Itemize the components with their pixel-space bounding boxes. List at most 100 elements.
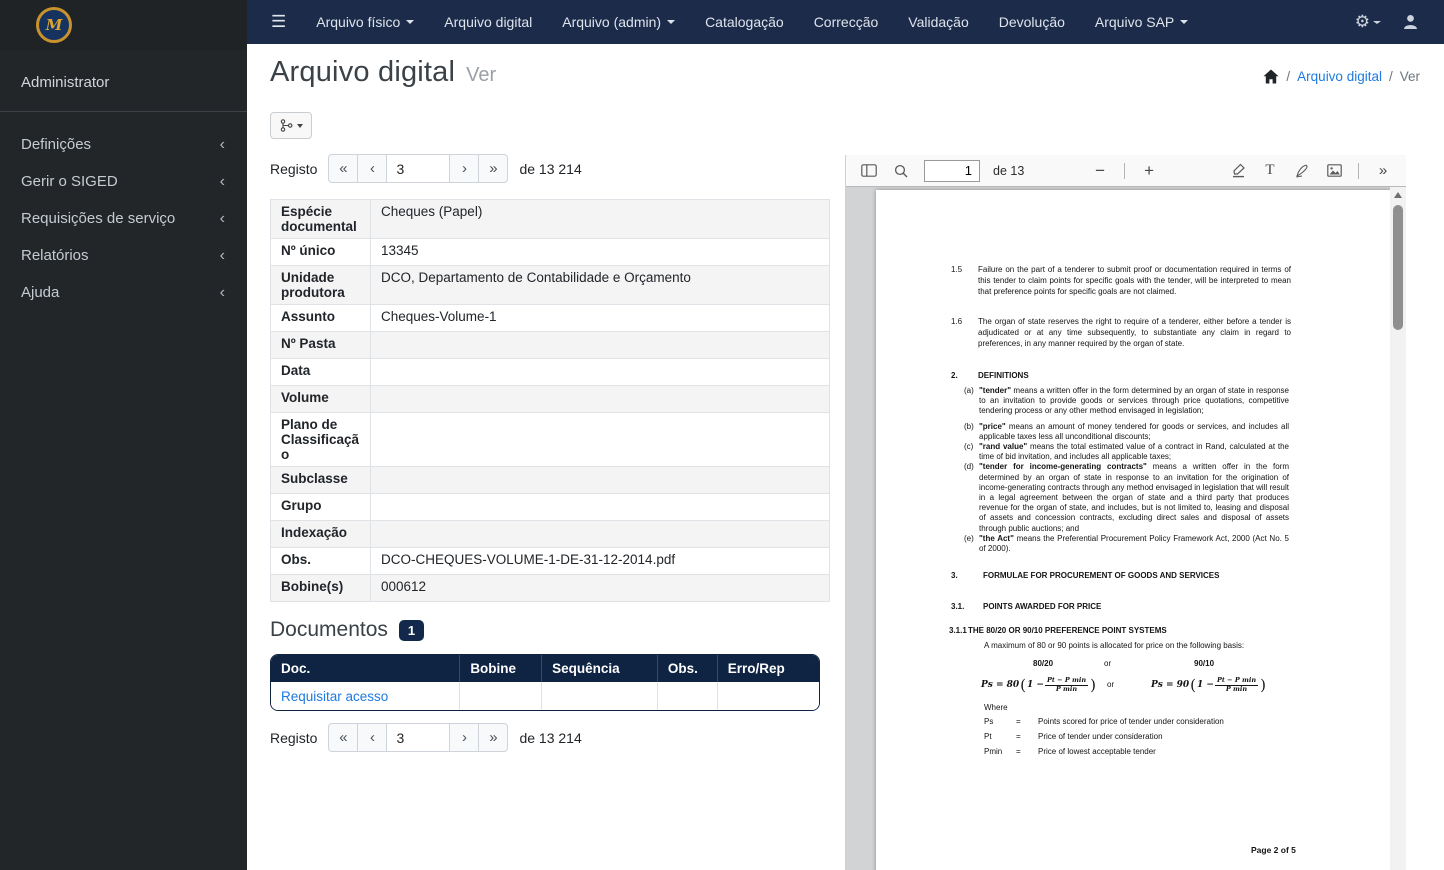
pdf-section-points-price: 3.1. POINTS AWARDED FOR PRICE bbox=[951, 602, 1102, 611]
draw-pen-tool-icon[interactable] bbox=[1289, 158, 1315, 184]
settings-gear-icon[interactable]: ⚙ bbox=[1355, 12, 1381, 32]
record-pager-top: Registo « ‹ › » de 13 214 bbox=[270, 154, 582, 183]
chevron-left-icon: ‹ bbox=[219, 283, 225, 301]
table-row: Data bbox=[270, 358, 830, 386]
pdf-page-total: de 13 bbox=[993, 163, 1025, 178]
documents-title: Documentos bbox=[270, 618, 388, 641]
documents-table-container: Doc. Bobine Sequência Obs. Erro/Rep Requ… bbox=[270, 654, 820, 711]
pdf-definition-a: (a) "tender" means a written offer in th… bbox=[964, 386, 1289, 416]
nav-devolucao[interactable]: Devolução bbox=[984, 0, 1080, 44]
pdf-page: 1.5 Failure on the part of a tenderer to… bbox=[876, 190, 1391, 870]
add-image-tool-icon[interactable] bbox=[1321, 158, 1347, 184]
table-row: Unidade produtora DCO, Departamento de Co… bbox=[270, 265, 830, 305]
documents-header-row: Doc. Bobine Sequência Obs. Erro/Rep bbox=[271, 655, 819, 682]
top-navbar: ☰ Arquivo físico Arquivo digital Arquivo… bbox=[247, 0, 1444, 44]
sidebar-user-label: Administrator bbox=[0, 50, 247, 112]
pdf-section-formulae: 3. FORMULAE FOR PROCUREMENT OF GOODS AND… bbox=[951, 571, 1220, 580]
nav-arquivo-fisico[interactable]: Arquivo físico bbox=[301, 0, 429, 44]
pager-next-button[interactable]: › bbox=[449, 154, 480, 183]
documents-table: Doc. Bobine Sequência Obs. Erro/Rep Requ… bbox=[271, 655, 819, 710]
table-row: Volume bbox=[270, 385, 830, 413]
nav-arquivo-sap[interactable]: Arquivo SAP bbox=[1080, 0, 1203, 44]
breadcrumb-link-arquivo-digital[interactable]: Arquivo digital bbox=[1297, 69, 1382, 84]
pager-last-button[interactable]: » bbox=[478, 154, 509, 183]
document-row: Requisitar acesso bbox=[271, 682, 819, 710]
home-icon[interactable] bbox=[1263, 69, 1279, 84]
pdf-where-label: Where bbox=[984, 703, 1008, 712]
breadcrumb-current: Ver bbox=[1399, 69, 1420, 84]
record-pager-bottom: Registo « ‹ › » de 13 214 bbox=[270, 723, 582, 752]
zoom-in-icon[interactable]: + bbox=[1136, 158, 1162, 184]
chevron-left-icon: ‹ bbox=[219, 135, 225, 153]
hamburger-menu-icon[interactable]: ☰ bbox=[247, 12, 301, 32]
pager-next-button[interactable]: › bbox=[449, 723, 480, 752]
pdf-intro-line: A maximum of 80 or 90 points is allocate… bbox=[984, 641, 1245, 650]
free-text-tool-icon[interactable]: T bbox=[1257, 158, 1283, 184]
pager-first-button[interactable]: « bbox=[328, 154, 359, 183]
page-title: Arquivo digital bbox=[270, 56, 456, 88]
pdf-clause-1-5: 1.5 Failure on the part of a tenderer to… bbox=[951, 265, 1291, 296]
pager-record-input[interactable] bbox=[386, 154, 451, 183]
pager-last-button[interactable]: » bbox=[478, 723, 509, 752]
chevron-left-icon: ‹ bbox=[219, 172, 225, 190]
nav-validacao[interactable]: Validação bbox=[893, 0, 983, 44]
table-row: Assunto Cheques-Volume-1 bbox=[270, 304, 830, 332]
pager-total: de 13 214 bbox=[519, 160, 582, 177]
pdf-page-footer: Page 2 of 5 bbox=[1251, 845, 1296, 855]
page-subtitle: Ver bbox=[466, 64, 497, 86]
sidebar-item-ajuda[interactable]: Ajuda ‹ bbox=[0, 274, 247, 311]
nav-correccao[interactable]: Correcção bbox=[799, 0, 894, 44]
sidebar-menu: Definições ‹ Gerir o SIGED ‹ Requisições… bbox=[0, 126, 247, 311]
nav-arquivo-admin[interactable]: Arquivo (admin) bbox=[547, 0, 690, 44]
brand-area[interactable]: M bbox=[0, 0, 247, 50]
highlight-tool-icon[interactable] bbox=[1225, 158, 1251, 184]
chevron-left-icon: ‹ bbox=[219, 209, 225, 227]
pdf-viewer-panel: de 13 − + T » 1.5 Failure on the part of… bbox=[845, 155, 1406, 870]
table-row: Obs. DCO-CHEQUES-VOLUME-1-DE-31-12-2014.p… bbox=[270, 547, 830, 575]
caret-down-icon bbox=[296, 123, 303, 128]
zoom-out-icon[interactable]: − bbox=[1087, 158, 1113, 184]
page-header: Arquivo digital Ver / Arquivo digital / … bbox=[270, 56, 1420, 89]
pdf-search-icon[interactable] bbox=[888, 158, 914, 184]
table-row: Plano de Classificação bbox=[270, 412, 830, 467]
pdf-document-text: 1.5 Failure on the part of a tenderer to… bbox=[949, 265, 1296, 855]
pdf-scrollbar[interactable] bbox=[1390, 187, 1406, 870]
nav-catalogacao[interactable]: Catalogação bbox=[690, 0, 799, 44]
table-row: Nº Pasta bbox=[270, 331, 830, 359]
request-access-link[interactable]: Requisitar acesso bbox=[281, 689, 388, 704]
pdf-where-definitions: Ps = Points scored for price of tender und… bbox=[984, 717, 1224, 756]
pdf-definitions-list: (a) "tender" means a written offer in th… bbox=[964, 386, 1289, 554]
table-row: Grupo bbox=[270, 493, 830, 521]
pager-record-input[interactable] bbox=[386, 723, 451, 752]
pdf-definition-d: (d) "tender for income-generating contra… bbox=[964, 462, 1289, 533]
nav-arquivo-digital[interactable]: Arquivo digital bbox=[429, 0, 547, 44]
pdf-page-input[interactable] bbox=[924, 159, 980, 182]
user-profile-icon[interactable] bbox=[1403, 14, 1418, 30]
sidebar-item-definicoes[interactable]: Definições ‹ bbox=[0, 126, 247, 163]
pdf-definition-b: (b) "price" means an amount of money ten… bbox=[964, 421, 1289, 441]
pager-total: de 13 214 bbox=[519, 729, 582, 746]
sidebar-item-gerir-siged[interactable]: Gerir o SIGED ‹ bbox=[0, 163, 247, 200]
caret-down-icon bbox=[406, 20, 415, 24]
hierarchy-tree-button[interactable] bbox=[270, 112, 312, 139]
pdf-viewer-canvas[interactable]: 1.5 Failure on the part of a tenderer to… bbox=[846, 187, 1406, 870]
pager-prev-button[interactable]: ‹ bbox=[357, 723, 388, 752]
pdf-sidebar-toggle-icon[interactable] bbox=[856, 158, 882, 184]
more-tools-icon[interactable]: » bbox=[1370, 158, 1396, 184]
pdf-section-definitions: 2. DEFINITIONS bbox=[951, 371, 1029, 380]
pager-prev-button[interactable]: ‹ bbox=[357, 154, 388, 183]
pdf-clause-1-6: 1.6 The organ of state reserves the righ… bbox=[951, 317, 1291, 348]
pager-first-button[interactable]: « bbox=[328, 723, 359, 752]
table-row: Subclasse bbox=[270, 466, 830, 494]
scroll-up-arrow-icon[interactable] bbox=[1393, 192, 1402, 198]
pdf-section-preference-systems: 3.1.1 THE 80/20 OR 90/10 PREFERENCE POIN… bbox=[949, 626, 1167, 635]
pdf-toolbar: de 13 − + T » bbox=[846, 155, 1406, 187]
caret-down-icon bbox=[1373, 20, 1381, 24]
sidebar-item-relatorios[interactable]: Relatórios ‹ bbox=[0, 237, 247, 274]
pdf-definition-c: (c) "rand value" means the total estimat… bbox=[964, 442, 1289, 462]
caret-down-icon bbox=[667, 20, 676, 24]
documents-count-badge: 1 bbox=[398, 619, 425, 641]
pdf-definition-e: (e) "the Act" means the Preferential Pro… bbox=[964, 533, 1290, 554]
scrollbar-thumb[interactable] bbox=[1393, 205, 1403, 330]
sidebar-item-requisicoes[interactable]: Requisições de serviço ‹ bbox=[0, 200, 247, 237]
